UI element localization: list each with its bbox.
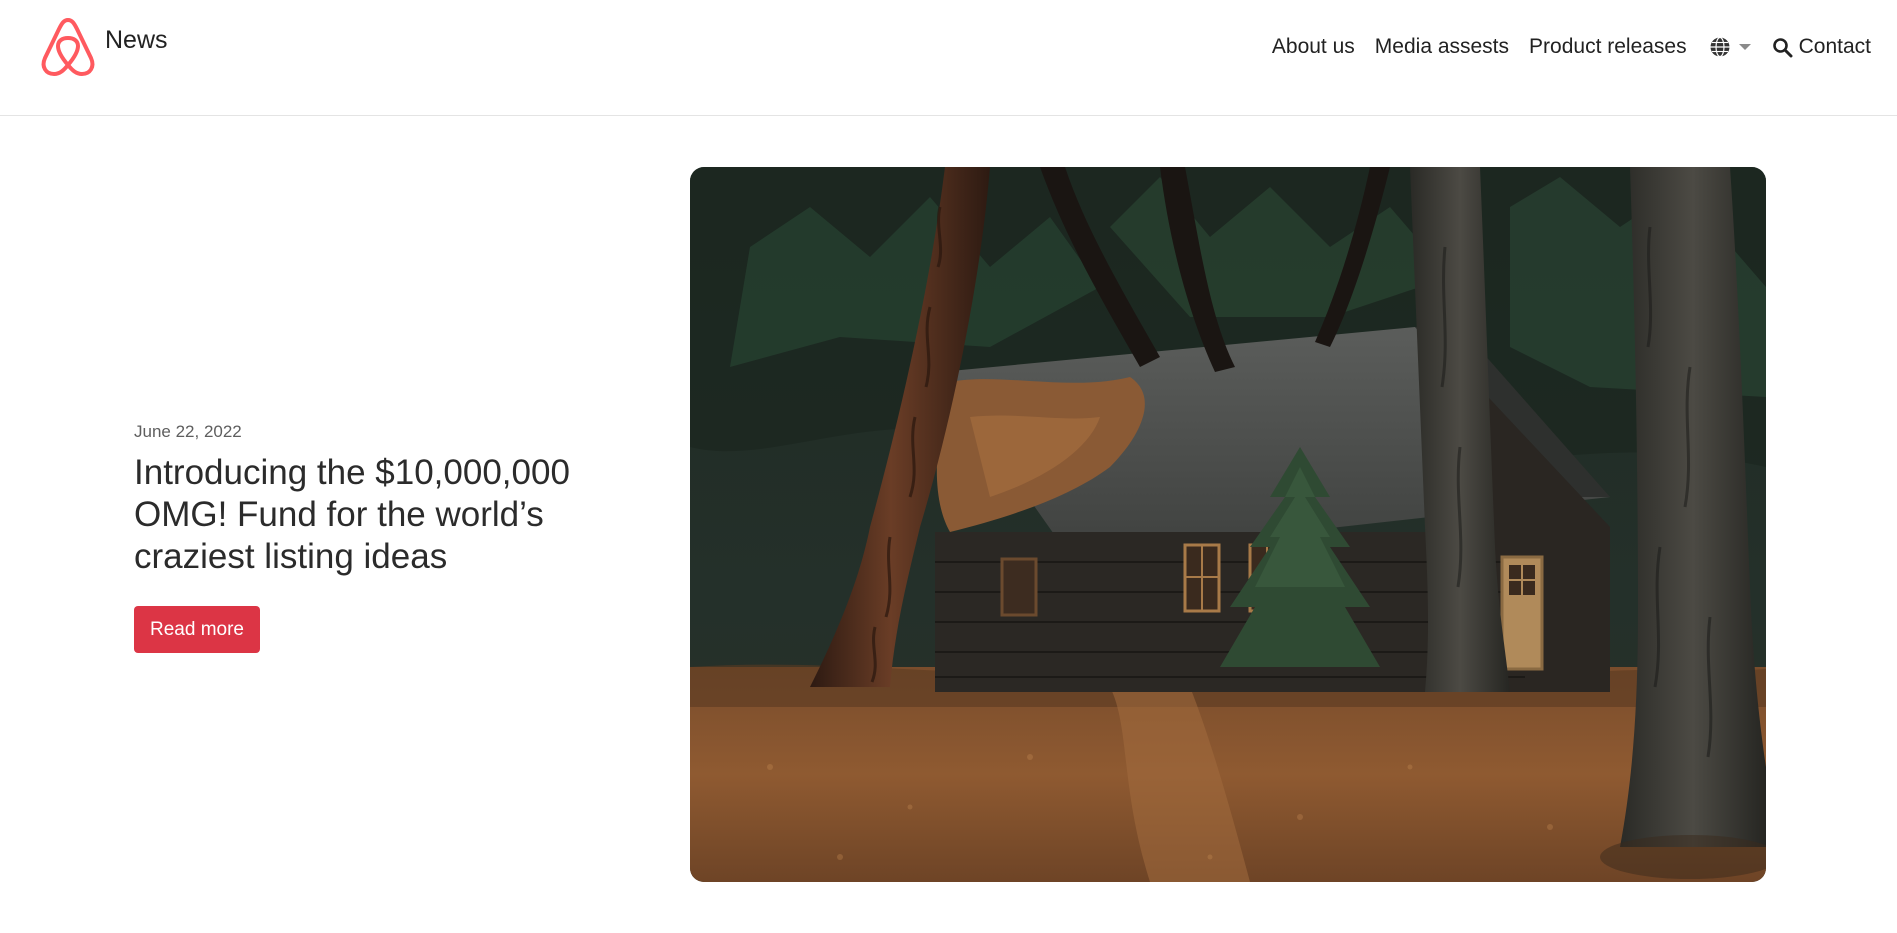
nav-product-releases[interactable]: Product releases: [1529, 35, 1687, 59]
featured-image[interactable]: [690, 167, 1766, 882]
main-nav: About us Media assests Product releases …: [1272, 30, 1871, 64]
globe-icon: [1710, 36, 1730, 58]
search-icon: [1772, 37, 1793, 57]
brand-title: News: [105, 25, 168, 54]
language-dropdown[interactable]: [1709, 36, 1752, 58]
featured-article: June 22, 2022 Introducing the $10,000,00…: [134, 418, 634, 653]
contact-link[interactable]: Contact: [1772, 35, 1871, 59]
article-title[interactable]: Introducing the $10,000,000 OMG! Fund fo…: [134, 452, 624, 578]
chevron-down-icon: [1738, 44, 1751, 50]
read-more-button[interactable]: Read more: [134, 606, 260, 653]
brand-home-link[interactable]: News: [38, 16, 168, 78]
site-header: News About us Media assests Product rele…: [0, 0, 1897, 116]
nav-about-us[interactable]: About us: [1272, 35, 1355, 59]
contact-label: Contact: [1798, 35, 1871, 58]
nav-media-assets[interactable]: Media assests: [1375, 35, 1509, 59]
airbnb-logo-icon: [41, 18, 95, 76]
cabin-in-forest-photo: [690, 167, 1766, 882]
article-date: June 22, 2022: [134, 422, 242, 441]
